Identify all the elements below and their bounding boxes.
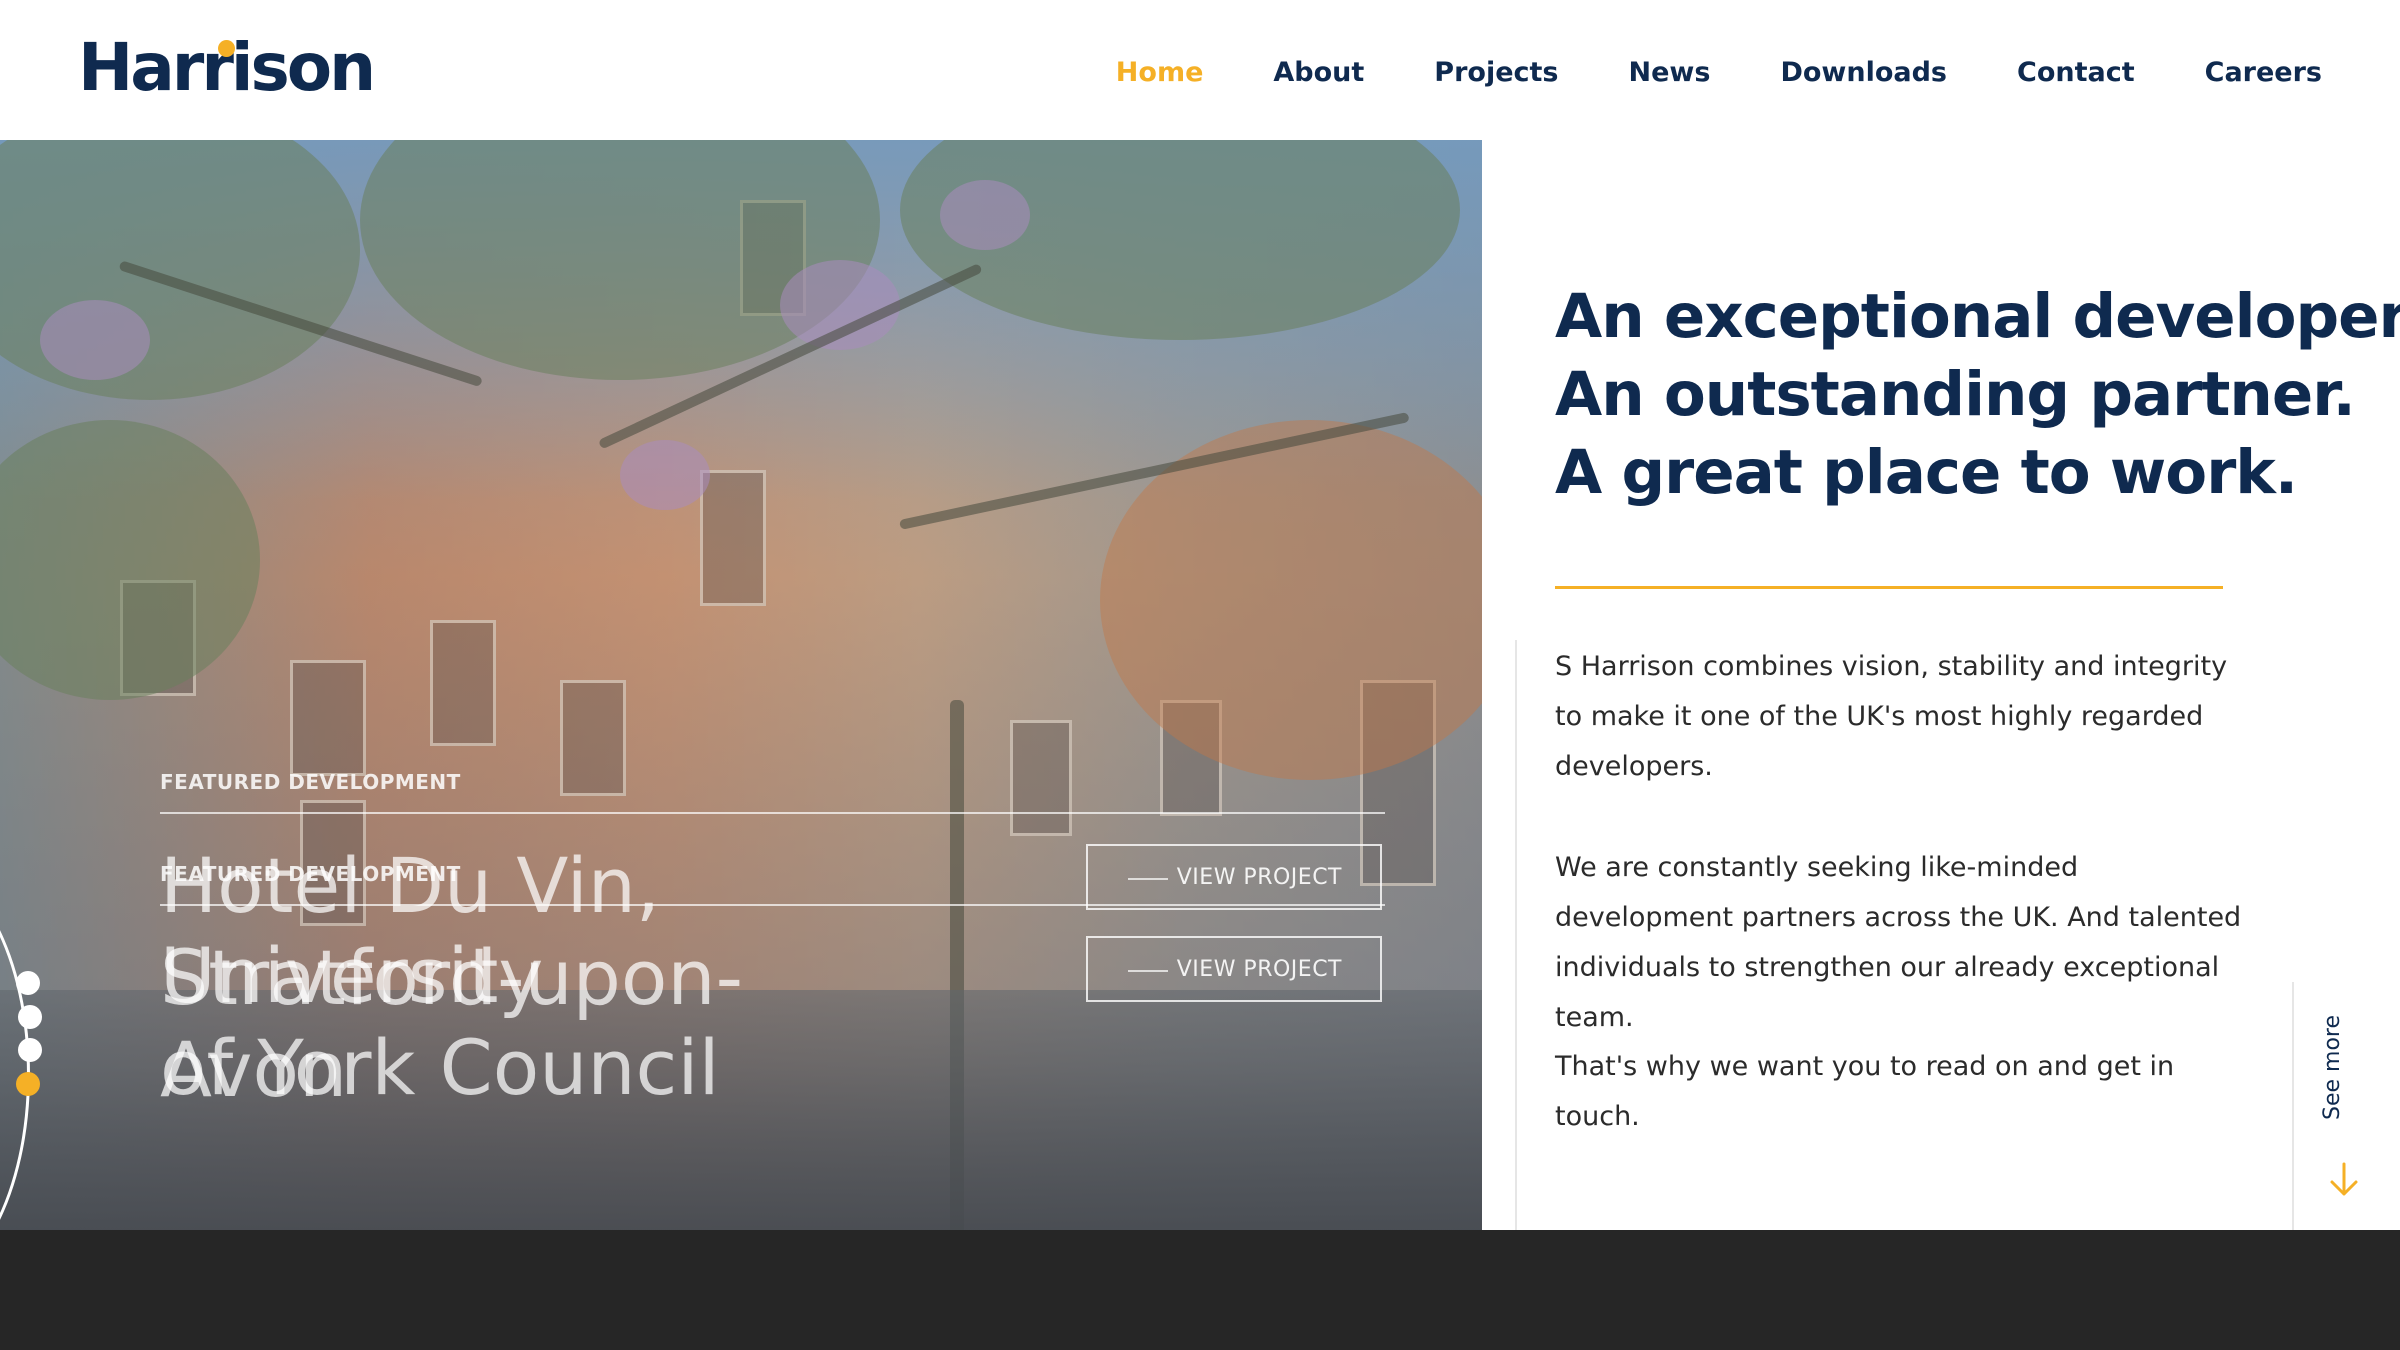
site-header: Harrison Home About Projects News Downlo…: [0, 0, 2400, 140]
nav-home[interactable]: Home: [1116, 50, 1204, 96]
nav-downloads[interactable]: Downloads: [1780, 50, 1947, 96]
logo-dot: [218, 40, 235, 57]
building-window: [430, 620, 496, 746]
main-nav: Home About Projects News Downloads Conta…: [1046, 50, 2322, 96]
building-window: [700, 470, 766, 606]
building-window: [1010, 720, 1072, 836]
blossom: [40, 300, 150, 380]
arrow-down-icon[interactable]: [2326, 1160, 2362, 1200]
view-project-button[interactable]: VIEW PROJECT: [1086, 936, 1382, 1002]
nav-projects[interactable]: Projects: [1434, 50, 1558, 96]
logo[interactable]: Harrison: [78, 28, 376, 108]
button-dash: [1128, 878, 1168, 880]
column-divider: [1515, 640, 1517, 1230]
pagination-dot[interactable]: [18, 1038, 42, 1062]
intro-paragraph: S Harrison combines vision, stability an…: [1555, 651, 2228, 782]
slide-title-line: of York Council: [160, 1023, 720, 1112]
blossom: [940, 180, 1030, 250]
nav-careers[interactable]: Careers: [2205, 50, 2322, 96]
button-dash: [1128, 970, 1168, 972]
pagination-dot[interactable]: [16, 971, 40, 995]
partners-paragraph: We are constantly seeking like-minded de…: [1555, 852, 2242, 1033]
headline-line: An outstanding partner.: [1555, 359, 2356, 430]
blossom: [620, 440, 710, 510]
view-project-label: VIEW PROJECT: [1176, 956, 1342, 982]
slide-title-line: University: [160, 931, 544, 1020]
slide-label: FEATURED DEVELOPMENT: [160, 862, 461, 886]
nav-news[interactable]: News: [1629, 50, 1711, 96]
pagination-dot[interactable]: [18, 1005, 42, 1029]
slide-title: University of York Council: [160, 930, 720, 1114]
hero-slider: FEATURED DEVELOPMENT Hotel Du Vin, Strat…: [0, 140, 1482, 1230]
pagination-dot-active[interactable]: [16, 1072, 40, 1096]
footer-band: [0, 1230, 2400, 1350]
view-project-button[interactable]: VIEW PROJECT: [1086, 844, 1382, 910]
building-window: [560, 680, 626, 796]
building-window: [290, 660, 366, 776]
page-headline: An exceptional developer. An outstanding…: [1555, 278, 2400, 512]
slide-divider: [160, 904, 1385, 906]
view-project-label: VIEW PROJECT: [1176, 864, 1342, 890]
headline-line: A great place to work.: [1555, 437, 2298, 508]
slide-title-line: Hotel Du Vin,: [160, 841, 661, 930]
slide-divider: [160, 812, 1385, 814]
see-more-link[interactable]: See more: [2320, 1015, 2345, 1120]
nav-about[interactable]: About: [1273, 50, 1364, 96]
headline-divider: [1555, 586, 2223, 589]
headline-line: An exceptional developer.: [1555, 281, 2400, 352]
see-more-divider: [2292, 982, 2294, 1230]
nav-contact[interactable]: Contact: [2017, 50, 2135, 96]
slide-label: FEATURED DEVELOPMENT: [160, 770, 461, 794]
cta-paragraph: That's why we want you to read on and ge…: [1555, 1051, 2175, 1132]
